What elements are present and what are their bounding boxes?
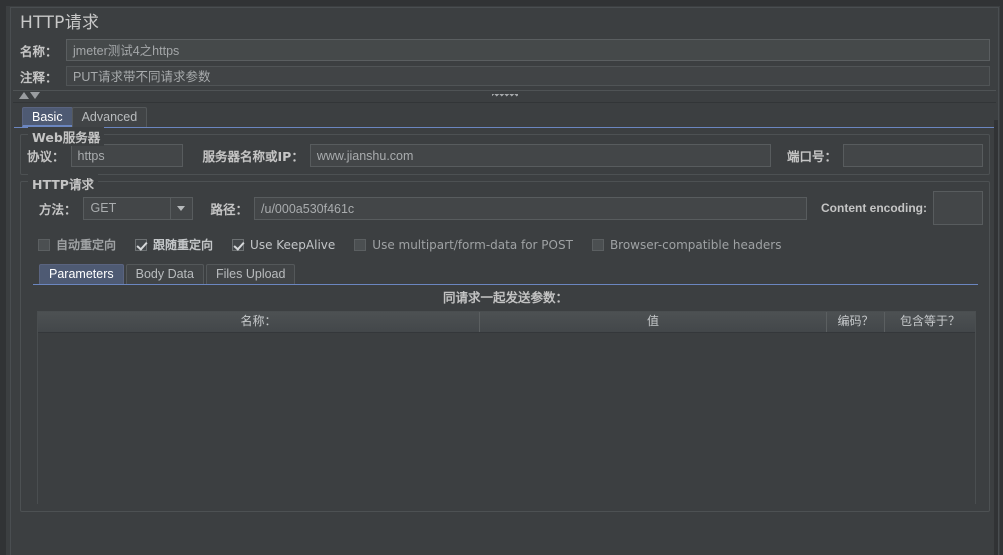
comment-label: 注释： (20, 69, 58, 85)
method-value: GET (90, 201, 117, 215)
column-header-encode[interactable]: 编码？ (827, 312, 885, 332)
content-encoding-input[interactable] (933, 191, 983, 225)
checkbox-checked-icon[interactable] (135, 238, 148, 251)
content-encoding-label: Content encoding: (821, 201, 927, 215)
protocol-label: 协议： (27, 149, 65, 164)
name-input[interactable]: jmeter测试4之https (66, 39, 990, 61)
window-left-gutter (4, 0, 6, 555)
method-label: 方法： (39, 201, 77, 217)
comment-input[interactable]: PUT请求带不同请求参数 (66, 66, 990, 86)
name-label: 名称： (20, 43, 58, 59)
tab-body-data[interactable]: Body Data (125, 264, 204, 284)
checkbox-icon[interactable] (38, 238, 50, 251)
web-server-group-title: Web服务器 (28, 127, 105, 146)
web-server-row: 协议： https 服务器名称或IP： www.jianshu.com 端口号： (27, 135, 983, 167)
basic-tab-content: Web服务器 协议： https 服务器名称或IP： www.jianshu.c… (14, 127, 995, 512)
web-server-group: Web服务器 协议： https 服务器名称或IP： www.jianshu.c… (20, 127, 990, 175)
column-header-include-equals[interactable]: 包含等于？ (885, 312, 975, 332)
path-input[interactable]: /u/000a530f461c (254, 196, 808, 220)
http-request-group: HTTP请求 方法： GET 路径： /u/000a530f461c Conte… (20, 174, 990, 512)
jmeter-http-request-window: HTTP请求 名称： jmeter测试4之https 注释： PUT请求带不同请… (0, 0, 1003, 555)
checkbox-label: Browser-compatible headers (609, 237, 782, 252)
panel-splitter[interactable] (13, 90, 996, 103)
method-path-row: 方法： GET 路径： /u/000a530f461c Content enco… (27, 182, 983, 225)
checkbox-use-multipart[interactable]: Use multipart/form-data for POST (354, 238, 573, 252)
page-title: HTTP请求 (20, 13, 100, 33)
http-request-panel: HTTP请求 名称： jmeter测试4之https 注释： PUT请求带不同请… (10, 7, 999, 555)
path-label: 路径： (210, 201, 249, 217)
parameters-tab-section: Parameters Body Data Files Upload 同请求一起发… (33, 263, 978, 504)
method-combobox[interactable]: GET (82, 196, 193, 220)
comment-row: 注释： PUT请求带不同请求参数 (11, 65, 998, 87)
request-options-row: 自动重定向 跟随重定向 Use KeepAlive Use multipart/… (27, 225, 983, 256)
table-body[interactable] (38, 333, 975, 504)
http-request-group-title: HTTP请求 (28, 174, 98, 193)
parameters-tab-content: 同请求一起发送参数： 名称： 值 编码？ 包含等于？ (33, 284, 978, 504)
checkbox-label: 自动重定向 (56, 238, 117, 252)
server-name-input[interactable]: www.jianshu.com (309, 144, 771, 167)
splitter-grip-icon[interactable] (491, 94, 518, 99)
checkbox-browser-compatible-headers[interactable]: Browser-compatible headers (591, 237, 782, 252)
checkbox-use-keepalive[interactable]: Use KeepAlive (232, 238, 335, 252)
checkbox-auto-redirect[interactable]: 自动重定向 (38, 236, 116, 253)
splitter-arrows[interactable] (19, 92, 40, 99)
checkbox-icon[interactable] (354, 238, 367, 251)
checkbox-follow-redirect[interactable]: 跟随重定向 (135, 236, 213, 253)
name-row: 名称： jmeter测试4之https (11, 38, 998, 62)
port-label: 端口号： (786, 149, 837, 164)
checkbox-label: Use KeepAlive (250, 237, 336, 252)
sub-tab-bar: Parameters Body Data Files Upload (33, 263, 978, 284)
checkbox-label: 跟随重定向 (153, 238, 214, 252)
checkbox-checked-icon[interactable] (232, 238, 245, 251)
tab-files-upload[interactable]: Files Upload (205, 264, 296, 284)
vertical-scrollbar-track[interactable] (994, 120, 998, 555)
tab-advanced[interactable]: Advanced (71, 107, 148, 127)
server-label: 服务器名称或IP： (202, 149, 304, 164)
checkbox-icon[interactable] (591, 238, 604, 251)
checkbox-label: Use multipart/form-data for POST (372, 237, 573, 252)
tab-parameters[interactable]: Parameters (39, 264, 124, 284)
column-header-name[interactable]: 名称： (38, 312, 480, 332)
protocol-input[interactable]: https (70, 144, 183, 167)
main-tab-bar: Basic Advanced (11, 106, 998, 127)
column-header-value[interactable]: 值 (480, 312, 827, 332)
triangle-down-icon[interactable] (30, 92, 40, 99)
port-input[interactable] (843, 144, 983, 167)
table-header-row: 名称： 值 编码？ 包含等于？ (38, 312, 975, 333)
tab-basic[interactable]: Basic (22, 107, 73, 127)
chevron-down-icon[interactable] (169, 197, 192, 219)
parameters-table: 名称： 值 编码？ 包含等于？ (37, 311, 976, 504)
parameters-caption: 同请求一起发送参数： (442, 290, 568, 305)
triangle-up-icon[interactable] (19, 92, 29, 99)
